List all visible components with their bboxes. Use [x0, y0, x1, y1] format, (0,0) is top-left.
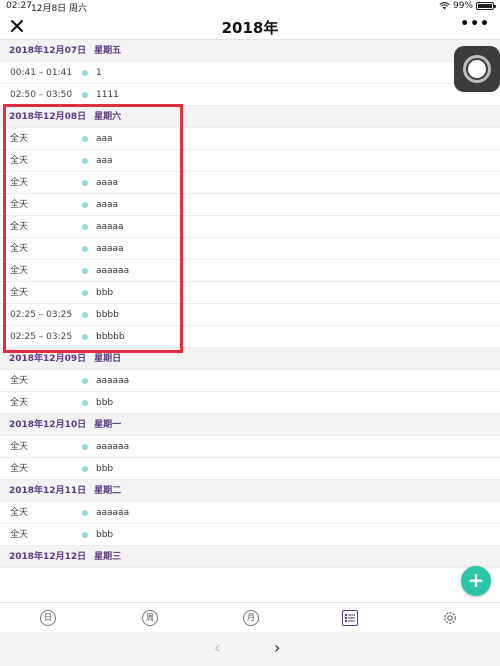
event-row[interactable]: 全天 aaa [0, 128, 500, 150]
tab-settings[interactable] [442, 610, 458, 626]
add-event-button[interactable]: + [461, 566, 491, 596]
event-row[interactable]: 全天 bbb [0, 392, 500, 414]
tab-list[interactable] [342, 610, 358, 626]
event-dot-icon [82, 466, 88, 472]
event-dot-icon [82, 290, 88, 296]
event-dot-icon [82, 400, 88, 406]
event-dot-icon [82, 202, 88, 208]
list-icon [345, 614, 355, 622]
event-dot-icon [82, 92, 88, 98]
tab-day[interactable]: 日 [40, 610, 56, 626]
event-row[interactable]: 02:25 – 03:25 bbbbb [0, 326, 500, 348]
event-row[interactable]: 全天 aaaaa [0, 216, 500, 238]
page-title: 2018年 [221, 19, 279, 37]
event-row[interactable]: 全天 aaaaa [0, 238, 500, 260]
tab-bar: 日 周 月 [0, 602, 500, 632]
assistive-dot-icon [468, 60, 486, 78]
status-bar: 02:27 12月8日 周六 99% [0, 0, 500, 14]
date-header: 2018年12月09日 星期日 [0, 348, 500, 370]
event-row[interactable]: 02:50 – 03:50 1111 [0, 84, 500, 106]
date-header: 2018年12月12日 星期三 [0, 546, 500, 568]
event-dot-icon [82, 70, 88, 76]
status-time: 02:27 [6, 1, 32, 11]
more-button[interactable]: ••• [460, 16, 490, 32]
event-dot-icon [82, 180, 88, 186]
event-dot-icon [82, 532, 88, 538]
assistive-touch-button[interactable] [454, 46, 500, 92]
status-date: 12月8日 周六 [31, 4, 88, 14]
event-dot-icon [82, 268, 88, 274]
wifi-icon [439, 2, 450, 10]
tab-month[interactable]: 月 [243, 610, 259, 626]
event-dot-icon [82, 510, 88, 516]
event-dot-icon [82, 224, 88, 230]
gear-icon [444, 612, 456, 624]
event-dot-icon [82, 312, 88, 318]
battery-percent: 99% [452, 1, 473, 11]
battery-icon [476, 2, 496, 10]
status-right: 99% [439, 1, 496, 11]
event-row[interactable]: 全天 aaaaaa [0, 436, 500, 458]
event-dot-icon [82, 136, 88, 142]
date-header: 2018年12月08日 星期六 [0, 106, 500, 128]
browser-footer: ‹ › [0, 632, 500, 666]
event-dot-icon [82, 444, 88, 450]
event-row[interactable]: 全天 bbb [0, 458, 500, 480]
date-header: 2018年12月10日 星期一 [0, 414, 500, 436]
event-dot-icon [82, 334, 88, 340]
event-row[interactable]: 全天 aaaaaa [0, 370, 500, 392]
event-dot-icon [82, 246, 88, 252]
event-row[interactable]: 全天 aaaa [0, 172, 500, 194]
back-button[interactable]: ‹ [214, 638, 220, 657]
event-row[interactable]: 全天 aaaaaa [0, 260, 500, 282]
nav-bar: 2018年 ••• [0, 14, 500, 40]
event-row[interactable]: 全天 bbb [0, 524, 500, 546]
event-row[interactable]: 02:25 – 03:25 bbbb [0, 304, 500, 326]
event-row[interactable]: 全天 aaaaaa [0, 502, 500, 524]
event-dot-icon [82, 378, 88, 384]
event-row[interactable]: 全天 aaa [0, 150, 500, 172]
event-row[interactable]: 全天 aaaa [0, 194, 500, 216]
event-dot-icon [82, 158, 88, 164]
date-header: 2018年12月11日 星期二 [0, 480, 500, 502]
forward-button[interactable]: › [274, 638, 280, 657]
date-header: 2018年12月07日 星期五 [0, 40, 500, 62]
event-row[interactable]: 全天 bbb [0, 282, 500, 304]
event-row[interactable]: 00:41 – 01:41 1 [0, 62, 500, 84]
event-list: 2018年12月07日 星期五 00:41 – 01:41 1 02:50 – 03… [0, 40, 500, 568]
tab-week[interactable]: 周 [142, 610, 158, 626]
